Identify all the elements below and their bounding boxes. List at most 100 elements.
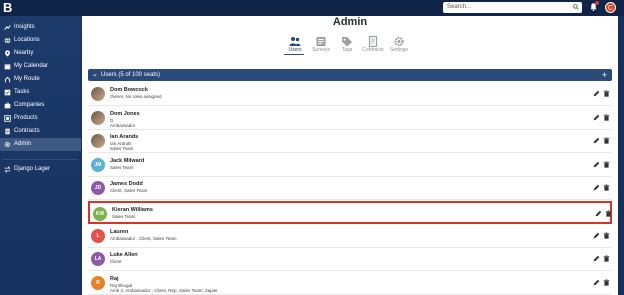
user-name[interactable]: Luke Allen bbox=[110, 252, 138, 258]
gear-icon bbox=[4, 141, 11, 148]
user-avatar: LA bbox=[91, 252, 105, 267]
sidebar-item-companies[interactable]: Companies bbox=[0, 99, 81, 112]
chevron-down-icon[interactable]: ⌄ bbox=[92, 69, 98, 81]
edit-pencil-icon[interactable] bbox=[593, 161, 600, 168]
user-name[interactable]: Dom Bowcock bbox=[110, 87, 148, 93]
contract-icon bbox=[5, 128, 10, 135]
sidebar-item-nearby[interactable]: Nearby bbox=[0, 47, 81, 60]
tab-tags[interactable]: Tags bbox=[334, 36, 360, 53]
sidebar-item-label: My Calendar bbox=[14, 63, 49, 69]
edit-pencil-icon[interactable] bbox=[593, 232, 600, 239]
sidebar-item-admin[interactable]: Admin bbox=[0, 138, 81, 151]
user-name[interactable]: Raj bbox=[110, 276, 119, 282]
edit-pencil-icon[interactable] bbox=[593, 255, 600, 262]
user-row[interactable]: KW Kieran Williams Sales Team bbox=[88, 201, 612, 224]
delete-trash-icon[interactable] bbox=[603, 279, 610, 286]
user-row[interactable]: Dom Bowcock Owner, No roles assigned bbox=[88, 83, 612, 106]
tab-settings[interactable]: Settings bbox=[386, 36, 412, 53]
edit-pencil-icon[interactable] bbox=[593, 137, 600, 144]
user-avatar: JM bbox=[91, 157, 105, 172]
page-title: Admin bbox=[332, 16, 368, 28]
sidebar-item-contracts[interactable]: Contracts bbox=[0, 125, 81, 138]
search-icon[interactable] bbox=[573, 4, 579, 10]
sidebar-item-label: Insights bbox=[14, 24, 35, 30]
sidebar-item-my-route[interactable]: My Route bbox=[0, 73, 81, 86]
user-row[interactable]: Ian Arands Ian Arands Sales Team bbox=[88, 130, 612, 154]
user-avatar: L bbox=[91, 228, 105, 243]
edit-pencil-icon[interactable] bbox=[593, 90, 600, 97]
tab-users[interactable]: Users bbox=[282, 36, 308, 53]
app-logo[interactable]: B bbox=[3, 1, 14, 14]
user-detail: Sales Team bbox=[112, 214, 136, 219]
sidebar-item-label: Products bbox=[14, 115, 38, 121]
user-avatar bbox=[91, 87, 105, 101]
user-row[interactable]: Dom Jones D Ambassador bbox=[88, 107, 612, 130]
notifications-bell-icon[interactable] bbox=[589, 1, 599, 12]
user-detail: Client, Sales Team bbox=[110, 188, 148, 194]
sidebar-item-label: Admin bbox=[14, 141, 32, 147]
user-detail: Sales Team bbox=[110, 164, 134, 170]
user-row[interactable]: JM Jack Milward Sales Team bbox=[88, 154, 612, 177]
tab-contracts[interactable]: Contracts bbox=[360, 36, 386, 53]
tab-surveys[interactable]: Surveys bbox=[308, 36, 334, 53]
sidebar-item-products[interactable]: Products bbox=[0, 112, 81, 125]
briefcase-icon bbox=[4, 102, 11, 109]
edit-pencil-icon[interactable] bbox=[593, 279, 600, 286]
sidebar-item-insights[interactable]: Insights bbox=[0, 21, 81, 34]
delete-trash-icon[interactable] bbox=[603, 90, 610, 97]
user-name[interactable]: Dom Jones bbox=[110, 111, 140, 117]
tasks-icon bbox=[4, 89, 11, 96]
edit-pencil-icon[interactable] bbox=[593, 114, 600, 121]
active-tab-indicator bbox=[284, 54, 304, 55]
products-icon bbox=[4, 115, 11, 122]
user-row[interactable]: JD James Dodd Client, Sales Team bbox=[88, 177, 612, 201]
edit-pencil-icon[interactable] bbox=[593, 184, 600, 191]
user-row[interactable]: LA Luke Allen Client bbox=[88, 248, 612, 272]
user-avatar[interactable]: C bbox=[605, 2, 616, 13]
switch-icon bbox=[4, 166, 11, 173]
sidebar-item-my-calendar[interactable]: My Calendar bbox=[0, 60, 81, 73]
tab-label: Contracts bbox=[362, 47, 384, 53]
sidebar-item-tasks[interactable]: Tasks bbox=[0, 86, 81, 99]
edit-pencil-icon[interactable] bbox=[595, 210, 602, 217]
user-name[interactable]: James Dodd bbox=[110, 181, 143, 187]
sidebar-item-switch-user[interactable]: Django Lager bbox=[0, 163, 81, 176]
tab-label: Users bbox=[288, 47, 302, 53]
user-name[interactable]: Jack Milward bbox=[110, 158, 144, 164]
delete-trash-icon[interactable] bbox=[603, 255, 610, 262]
route-icon bbox=[4, 76, 11, 83]
admin-panel: Admin Users Surveys Tags Contracts Setti… bbox=[82, 16, 618, 295]
sidebar-item-label: Nearby bbox=[14, 50, 34, 56]
users-section-header[interactable]: ⌄ Users (5 of 100 seats) + bbox=[88, 69, 612, 81]
user-avatar: R bbox=[91, 275, 105, 290]
sidebar-item-label: Tasks bbox=[14, 89, 30, 95]
user-name[interactable]: Kieran Williams bbox=[112, 207, 153, 213]
search-input[interactable]: Search... bbox=[443, 2, 582, 13]
tab-label: Settings bbox=[389, 47, 409, 53]
user-detail: Client bbox=[110, 259, 122, 265]
delete-trash-icon[interactable] bbox=[603, 161, 610, 168]
delete-trash-icon[interactable] bbox=[603, 184, 610, 192]
user-avatar: KW bbox=[93, 207, 107, 221]
user-name[interactable]: Lauren bbox=[110, 229, 128, 235]
sidebar-item-label: Companies bbox=[14, 102, 45, 108]
add-user-button[interactable]: + bbox=[602, 69, 607, 81]
user-avatar bbox=[91, 110, 105, 125]
contract-icon bbox=[368, 36, 378, 47]
delete-trash-icon[interactable] bbox=[603, 231, 610, 239]
delete-trash-icon[interactable] bbox=[605, 210, 612, 217]
sidebar-divider bbox=[3, 159, 78, 160]
tab-label: Tags bbox=[341, 47, 353, 53]
user-name[interactable]: Ian Arands bbox=[110, 134, 138, 140]
globe-icon bbox=[4, 37, 11, 44]
user-row[interactable]: R Raj Raj Bhogal Amb 2, Ambassador , Client… bbox=[88, 272, 612, 295]
user-row[interactable]: L Lauren Ambassador , Client, Sales Team bbox=[88, 225, 612, 248]
users-section-title: Users (5 of 100 seats) bbox=[101, 72, 161, 78]
user-avatar: JD bbox=[91, 181, 105, 196]
user-roles: Sales Team bbox=[110, 146, 134, 152]
sidebar-item-label: Django Lager bbox=[14, 166, 51, 172]
delete-trash-icon[interactable] bbox=[603, 137, 610, 144]
delete-trash-icon[interactable] bbox=[603, 113, 610, 121]
tag-icon bbox=[342, 37, 352, 47]
sidebar-item-locations[interactable]: Locations bbox=[0, 34, 81, 47]
